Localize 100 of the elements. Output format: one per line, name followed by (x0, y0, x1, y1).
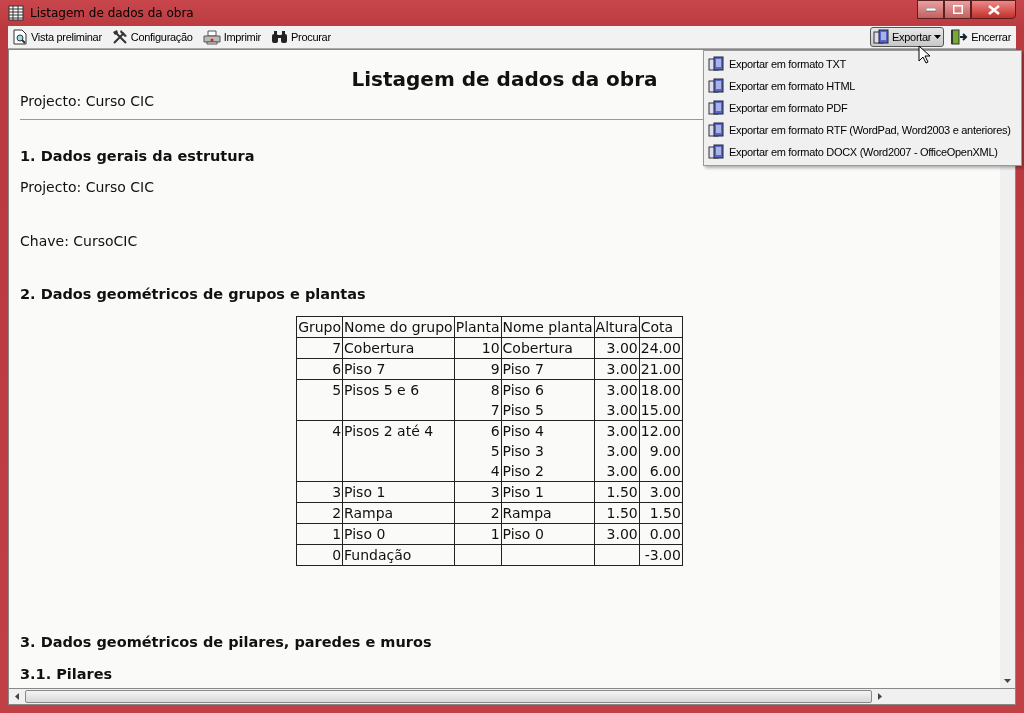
section-heading: 3. Dados geométricos de pilares, paredes e muros (20, 634, 432, 650)
column-header: Grupo (296, 316, 343, 338)
toolbar-button[interactable]: Configuração (108, 27, 196, 47)
table-cell: 1.50 (639, 502, 683, 524)
menu-item[interactable]: Exportar em formato TXT (704, 53, 1021, 75)
tools-icon (111, 29, 128, 45)
toolbar-button[interactable]: Exportar (870, 27, 945, 47)
table-cell: 9 (454, 358, 502, 380)
horizontal-scrollbar[interactable] (8, 689, 1016, 705)
table-cell: 10 (454, 337, 502, 359)
table-cell: 6 (296, 358, 343, 380)
toolbar-button[interactable]: Imprimir (199, 27, 264, 47)
table-cell: 1.50 (594, 481, 640, 503)
table-cell: 18.00 (639, 379, 683, 400)
binoculars-icon (271, 30, 288, 44)
scroll-down-icon[interactable] (1004, 679, 1011, 683)
document-icon (708, 100, 724, 116)
project-label: Projecto: Curso CIC (20, 92, 155, 110)
menu-item[interactable]: Exportar em formato DOCX (Word2007 - OfficeOpenXML) (704, 141, 1021, 163)
table-cell: 2 (454, 502, 502, 524)
table-cell: 3.00 (594, 441, 640, 461)
menu-item[interactable]: Exportar em formato PDF (704, 97, 1021, 119)
table-cell: Piso 6 (501, 379, 595, 400)
table-cell: 3.00 (594, 337, 640, 359)
table-cell: Piso 7 (342, 358, 455, 380)
table-cell: 4 (296, 420, 343, 482)
table-cell: Pisos 2 até 4 (342, 420, 455, 482)
close-icon (987, 4, 1000, 15)
preview-icon (13, 29, 28, 45)
maximize-button[interactable] (944, 0, 971, 19)
paragraph: Projecto: Curso CIC (20, 178, 155, 196)
door-exit-icon (951, 29, 969, 45)
close-button[interactable] (971, 0, 1016, 19)
table-cell: 3.00 (594, 400, 640, 421)
column-header: Planta (454, 316, 502, 338)
maximize-icon (952, 5, 963, 14)
table-cell: Piso 4 (501, 420, 595, 441)
toolbar-button[interactable]: Procurar (268, 28, 334, 46)
table-icon (8, 5, 24, 21)
document-icon (708, 144, 724, 160)
table-cell: 15.00 (639, 400, 683, 421)
table-cell: 4 (454, 461, 502, 482)
table-cell: 21.00 (639, 358, 683, 380)
column-header: Nome do grupo (342, 316, 455, 338)
table-cell: 1 (296, 523, 343, 545)
column-header: Altura (594, 316, 640, 338)
column-header: Nome planta (501, 316, 595, 338)
table-cell: 3 (454, 481, 502, 503)
table-cell: 6.00 (639, 461, 683, 482)
table-cell: 3.00 (639, 481, 683, 503)
table-cell: 7 (454, 400, 502, 421)
section-heading: 2. Dados geométricos de grupos e plantas (20, 286, 366, 302)
window-title: Listagem de dados da obra (30, 6, 194, 20)
table-cell: Piso 7 (501, 358, 595, 380)
table-cell: 5 (454, 441, 502, 461)
document-icon (708, 122, 724, 138)
table-cell: 12.00 (639, 420, 683, 441)
table-cell: 3.00 (594, 461, 640, 482)
table-cell: Piso 1 (501, 481, 595, 503)
table-cell: Piso 2 (501, 461, 595, 482)
table-cell: 3 (296, 481, 343, 503)
table-cell: Piso 5 (501, 400, 595, 421)
scroll-left-icon[interactable] (15, 693, 19, 700)
table-cell: Rampa (342, 502, 455, 524)
table-cell: 5 (296, 379, 343, 421)
menu-item[interactable]: Exportar em formato RTF (WordPad, Word2003 e anteriores) (704, 119, 1021, 141)
table-cell: Piso 1 (342, 481, 455, 503)
table-cell: Piso 3 (501, 441, 595, 461)
table-cell: 2 (296, 502, 343, 524)
table-cell: Piso 0 (501, 523, 595, 545)
scroll-right-icon[interactable] (878, 693, 882, 700)
table-cell: Piso 0 (342, 523, 455, 545)
minimize-button[interactable] (917, 0, 944, 19)
table-cell (454, 544, 502, 566)
table-cell: 9.00 (639, 441, 683, 461)
document-icon (708, 56, 724, 72)
scrollbar-thumb[interactable] (25, 690, 872, 703)
document-title: Listagem de dados da obra (351, 66, 658, 92)
toolbar-button[interactable]: Encerrar (948, 27, 1014, 47)
table-cell: Cobertura (342, 337, 455, 359)
printer-icon (202, 29, 221, 45)
table-cell (594, 544, 640, 566)
toolbar-button[interactable]: Vista preliminar (10, 27, 105, 47)
menu-item[interactable]: Exportar em formato HTML (704, 75, 1021, 97)
table-cell: 0 (296, 544, 343, 566)
table-cell: -3.00 (639, 544, 683, 566)
table-cell: Cobertura (501, 337, 595, 359)
table-cell: 3.00 (594, 358, 640, 380)
table-cell: Pisos 5 e 6 (342, 379, 455, 421)
paragraph: Chave: CursoCIC (20, 232, 138, 250)
table-cell: 1 (454, 523, 502, 545)
column-header: Cota (639, 316, 683, 338)
table-cell: 0.00 (639, 523, 683, 545)
table-cell: 7 (296, 337, 343, 359)
document-icon (708, 78, 724, 94)
table-cell: 3.00 (594, 523, 640, 545)
table-cell: Rampa (501, 502, 595, 524)
minimize-icon (925, 7, 936, 12)
table-cell: 1.50 (594, 502, 640, 524)
section-heading: 3.1. Pilares (20, 666, 113, 682)
